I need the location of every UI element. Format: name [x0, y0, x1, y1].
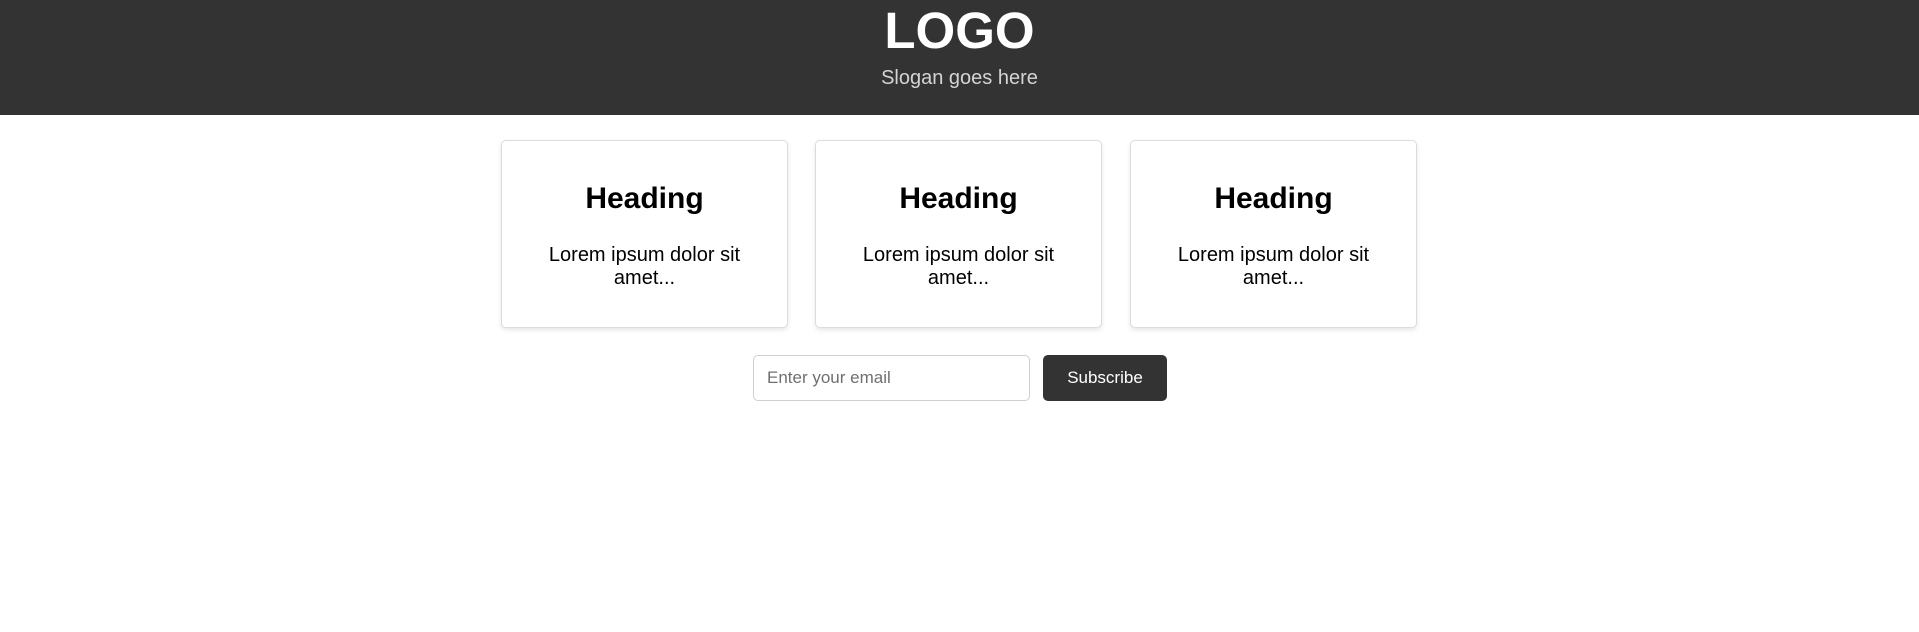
feature-card-2: Heading Lorem ipsum dolor sit amet... — [815, 140, 1102, 328]
site-header: LOGO Slogan goes here — [0, 0, 1919, 115]
email-input[interactable] — [753, 355, 1030, 401]
feature-card-3: Heading Lorem ipsum dolor sit amet... — [1130, 140, 1417, 328]
card-heading: Heading — [899, 182, 1018, 215]
subscribe-button[interactable]: Subscribe — [1043, 355, 1167, 401]
card-text: Lorem ipsum dolor sit amet... — [862, 244, 1055, 289]
slogan: Slogan goes here — [881, 67, 1038, 89]
card-heading: Heading — [585, 182, 704, 215]
card-heading: Heading — [1214, 182, 1333, 215]
logo: LOGO — [884, 2, 1035, 59]
card-text: Lorem ipsum dolor sit amet... — [1177, 244, 1370, 289]
feature-card-1: Heading Lorem ipsum dolor sit amet... — [501, 140, 788, 328]
card-text: Lorem ipsum dolor sit amet... — [548, 244, 741, 289]
